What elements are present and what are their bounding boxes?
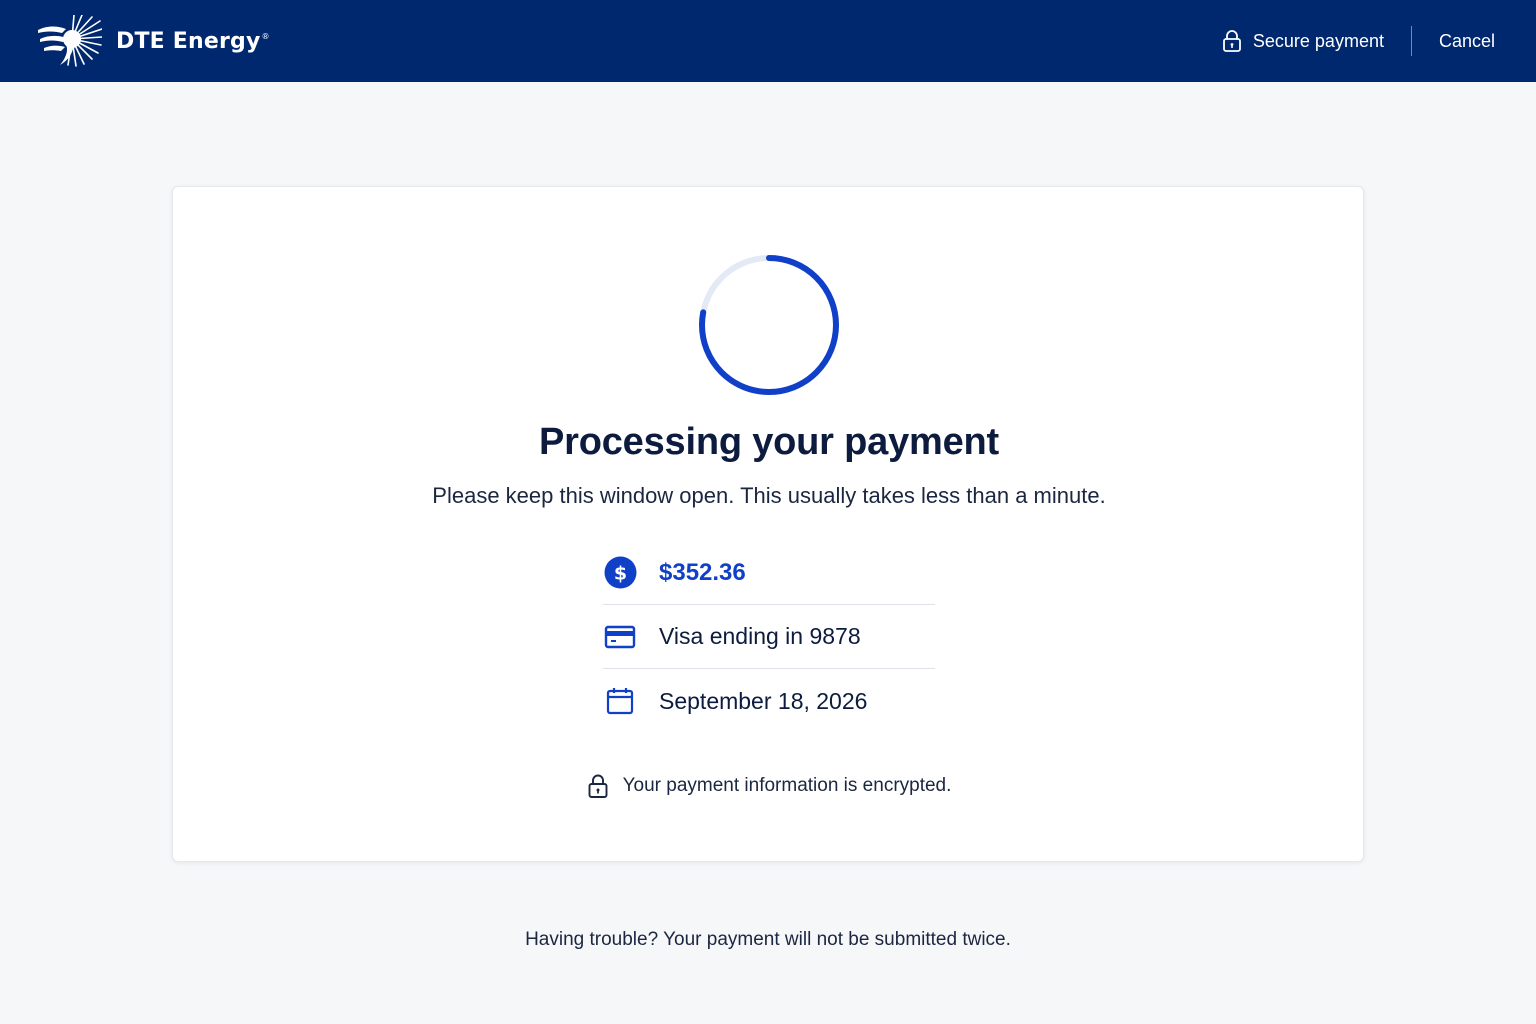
dollar-icon: $ (603, 556, 637, 590)
progress-spinner (697, 253, 841, 397)
credit-card-icon (603, 620, 637, 654)
payment-details: $ $352.36 Visa ending in 9878 September … (603, 541, 935, 733)
encryption-note: Your payment information is encrypted. (173, 773, 1365, 799)
amount-row: $ $352.36 (603, 541, 935, 605)
cancel-button[interactable]: Cancel (1412, 31, 1495, 52)
registered-mark: ® (261, 32, 270, 42)
calendar-icon (603, 684, 637, 718)
svg-text:$: $ (613, 563, 626, 585)
header-actions: Secure payment Cancel (1222, 0, 1495, 82)
sunburst-logo-icon (38, 15, 102, 67)
payment-method: Visa ending in 9878 (659, 623, 861, 649)
lock-icon (1222, 30, 1241, 52)
encryption-note-text: Your payment information is encrypted. (622, 775, 952, 796)
processing-card: Processing your payment Please keep this… (172, 186, 1364, 862)
page-subtitle: Please keep this window open. This usual… (432, 483, 1106, 508)
top-bar: DTE Energy® Secure payment Cancel (0, 0, 1536, 82)
help-text: Having trouble? Your payment will not be… (525, 929, 1011, 950)
lock-icon (588, 774, 608, 798)
secure-payment-label: Secure payment (1252, 30, 1384, 51)
payment-method-row: Visa ending in 9878 (603, 605, 935, 669)
payment-date-row: September 18, 2026 (603, 669, 935, 733)
payment-amount: $352.36 (659, 558, 746, 586)
secure-payment-indicator: Secure payment (1222, 29, 1411, 53)
brand[interactable]: DTE Energy® (36, 15, 270, 67)
page-title: Processing your payment (539, 421, 999, 463)
payment-date: September 18, 2026 (659, 687, 868, 714)
brand-name: DTE Energy® (116, 28, 270, 54)
